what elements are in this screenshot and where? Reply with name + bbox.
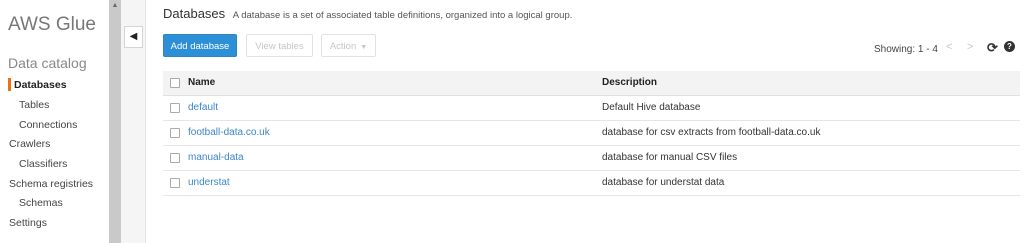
row-checkbox[interactable] [170, 103, 180, 113]
action-label: Action [329, 41, 357, 52]
table-row: football-data.co.uk database for csv ext… [163, 121, 1020, 146]
row-checkbox[interactable] [170, 128, 180, 138]
chevron-next-icon[interactable]: > [967, 41, 973, 53]
sidebar-item-schemas[interactable]: Schemas [19, 197, 63, 209]
help-icon[interactable]: ? [1004, 41, 1015, 52]
active-indicator [8, 78, 11, 91]
row-checkbox[interactable] [170, 153, 180, 163]
chevron-left-icon[interactable]: ◀ [124, 26, 143, 48]
scroll-up-arrow-icon[interactable]: ▲ [110, 0, 120, 12]
database-description: database for csv extracts from football-… [602, 127, 821, 138]
column-header-description[interactable]: Description [602, 77, 657, 88]
sidebar-section-title: Data catalog [8, 55, 87, 71]
page-description: A database is a set of associated table … [232, 10, 573, 21]
database-description: Default Hive database [602, 102, 701, 113]
sidebar-item-classifiers[interactable]: Classifiers [19, 158, 67, 170]
table-row: manual-data database for manual CSV file… [163, 146, 1020, 171]
database-description: database for manual CSV files [602, 152, 738, 163]
sidebar-item-databases[interactable]: Databases [14, 79, 67, 91]
caret-down-icon: ▼ [360, 44, 368, 51]
database-description: database for understat data [602, 177, 725, 188]
database-name-link[interactable]: football-data.co.uk [188, 127, 270, 138]
showing-count: Showing: 1 - 4 [874, 44, 938, 55]
table-row: understat database for understat data [163, 171, 1020, 196]
column-header-name[interactable]: Name [188, 77, 215, 88]
table-header-row: Name Description [163, 71, 1020, 96]
refresh-icon[interactable]: ⟳ [987, 40, 998, 56]
add-database-button[interactable]: Add database [163, 34, 237, 57]
sidebar: AWS Glue Data catalog Databases Tables C… [0, 0, 109, 243]
chevron-prev-icon[interactable]: < [946, 41, 952, 53]
sidebar-item-schema-registries[interactable]: Schema registries [9, 178, 93, 190]
view-tables-button[interactable]: View tables [246, 34, 313, 57]
sidebar-item-crawlers[interactable]: Crawlers [9, 138, 50, 150]
databases-table: Name Description default Default Hive da… [163, 71, 1020, 196]
database-name-link[interactable]: manual-data [188, 152, 244, 163]
sidebar-item-settings[interactable]: Settings [9, 217, 47, 229]
database-name-link[interactable]: default [188, 102, 218, 113]
table-row: default Default Hive database [163, 96, 1020, 121]
app-title: AWS Glue [8, 14, 96, 35]
page-header: Databases A database is a set of associa… [163, 6, 572, 21]
sidebar-item-tables[interactable]: Tables [19, 99, 49, 111]
sidebar-item-connections[interactable]: Connections [19, 119, 77, 131]
sidebar-scrollbar[interactable]: ▲ [109, 0, 121, 243]
database-name-link[interactable]: understat [188, 177, 230, 188]
row-checkbox[interactable] [170, 178, 180, 188]
select-all-checkbox[interactable] [170, 78, 180, 88]
collapse-column: ◀ [121, 0, 146, 243]
page-title: Databases [163, 6, 226, 21]
action-dropdown[interactable]: Action ▼ [321, 34, 376, 57]
